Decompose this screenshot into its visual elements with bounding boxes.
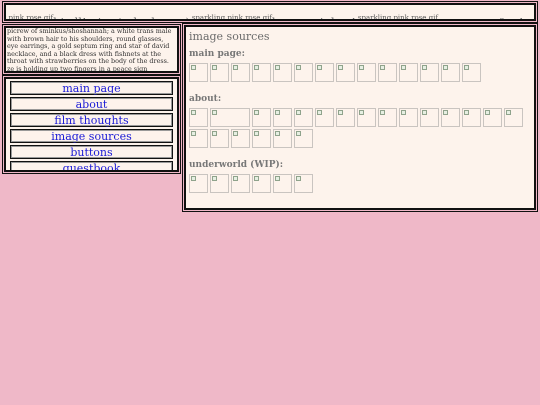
image-source-link[interactable] [210,108,250,127]
image-source-link[interactable] [231,63,250,82]
picrew-image-frame: picrew of sminkus/shoshannah; a white tr… [2,24,181,75]
image-source-link[interactable] [210,174,229,193]
page-title: image sources [189,30,270,43]
image-source-link[interactable] [231,129,250,148]
image-source-link[interactable] [441,108,460,127]
section-label-underworld: underworld (WIP): [189,160,284,170]
image-source-link[interactable] [189,129,208,148]
about-image-grid [189,108,529,150]
image-source-link[interactable] [357,108,376,127]
image-source-link[interactable] [294,129,313,148]
marquee-banner: sparkling pink rose gifhi all! nice to b… [2,1,538,23]
nav-image-sources[interactable]: image sources [10,129,173,143]
nav-main-page[interactable]: main page [10,81,173,95]
image-source-link[interactable] [273,174,292,193]
marquee-greeting-text: hi all! nice to be here :) [53,14,190,19]
nav-guestbook[interactable]: guestbook [10,161,173,170]
rose-gif-broken-image: sparkling pink rose gif [191,14,272,21]
image-source-link[interactable] [399,63,418,82]
section-label-about: about: [189,94,222,104]
image-source-link[interactable] [462,63,481,82]
image-source-link[interactable] [420,63,439,82]
content-panel: image sources main page: about: underwor… [182,23,538,212]
image-source-link[interactable] [420,108,439,127]
image-source-link[interactable] [189,63,208,82]
picrew-image-broken: picrew of sminkus/shoshannah; a white tr… [7,27,172,73]
image-source-link[interactable] [399,108,418,127]
image-source-link[interactable] [294,174,313,193]
main-page-image-grid [189,63,529,84]
image-source-link[interactable] [441,63,460,82]
image-source-link[interactable] [336,108,355,127]
image-source-link[interactable] [294,63,313,82]
image-source-link[interactable] [378,63,397,82]
image-source-link[interactable] [252,174,271,193]
image-source-link[interactable] [483,108,502,127]
image-source-link[interactable] [336,63,355,82]
marquee-track: sparkling pink rose gifhi all! nice to b… [6,14,534,21]
image-source-link[interactable] [273,108,292,127]
marquee-greeting-text: love, sminkus! [272,14,356,19]
image-source-link[interactable] [252,108,271,127]
nav-about[interactable]: about [10,97,173,111]
nav-buttons[interactable]: buttons [10,145,173,159]
nav-film-thoughts[interactable]: film thoughts [10,113,173,127]
section-label-main-page: main page: [189,49,245,59]
rose-gif-broken-image: sparkling pink rose gif [357,14,438,21]
image-source-link[interactable] [357,63,376,82]
image-source-link[interactable] [210,129,229,148]
marquee-greeting-text: здравствуйте! приятно быть здесь [438,14,534,19]
rose-gif-broken-image: sparkling pink rose gif [6,14,54,21]
image-source-link[interactable] [315,108,334,127]
image-source-link[interactable] [273,129,292,148]
image-source-link[interactable] [252,63,271,82]
image-source-link[interactable] [504,108,523,127]
image-source-link[interactable] [273,63,292,82]
image-source-link[interactable] [462,108,481,127]
image-source-link[interactable] [189,108,208,127]
image-source-link[interactable] [378,108,397,127]
image-source-link[interactable] [294,108,313,127]
image-source-link[interactable] [252,129,271,148]
navigation-menu: main page about film thoughts image sour… [2,75,181,174]
image-source-link[interactable] [189,174,208,193]
image-source-link[interactable] [231,174,250,193]
underworld-image-grid [189,174,529,195]
image-source-link[interactable] [210,63,229,82]
image-source-link[interactable] [315,63,334,82]
